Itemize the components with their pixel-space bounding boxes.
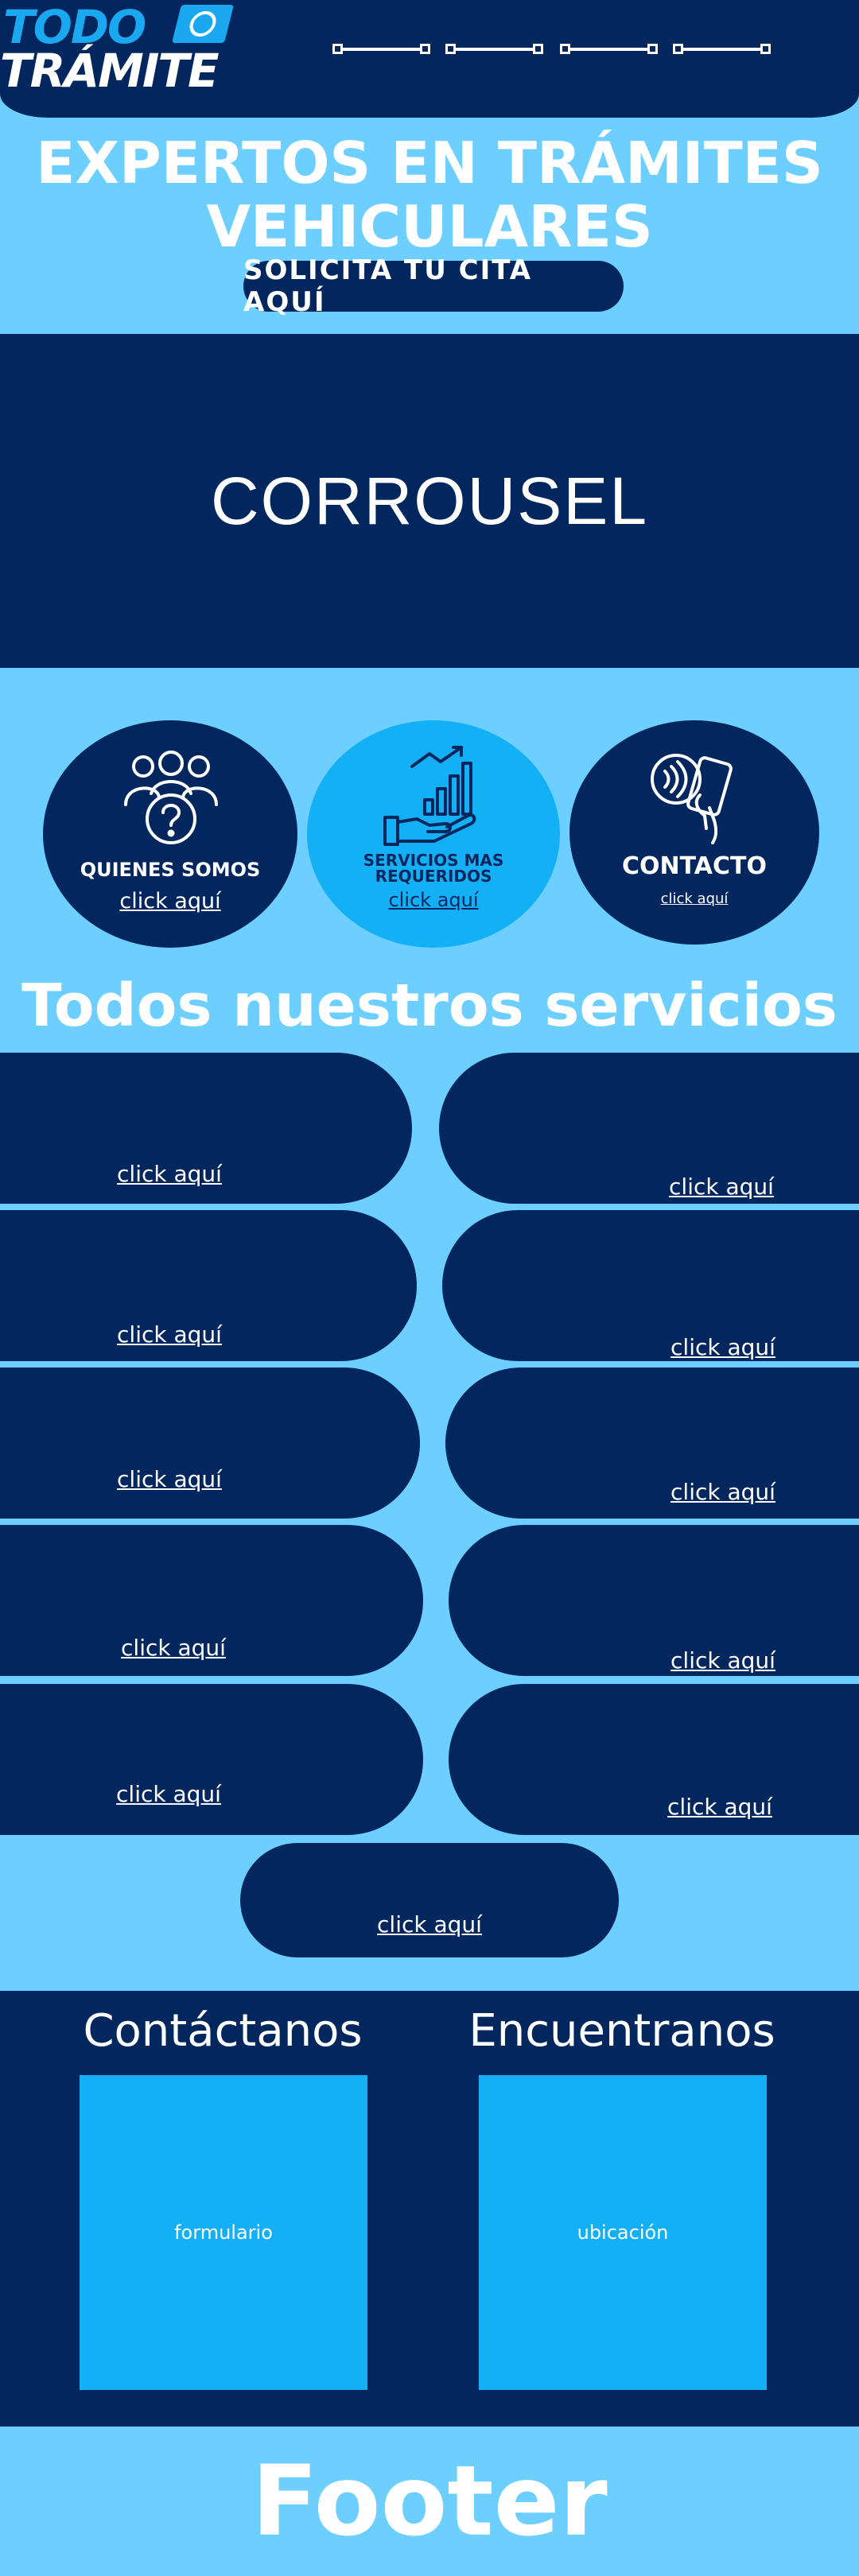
footer-placeholder-label: Footer bbox=[251, 2445, 608, 2558]
nav-item-4[interactable] bbox=[671, 0, 775, 95]
service-card-2[interactable]: click aquí bbox=[439, 1053, 859, 1204]
location-title: Encuentranos bbox=[468, 2005, 775, 2057]
book-appointment-button[interactable]: SOLICITA TU CITA AQUÍ bbox=[243, 254, 624, 318]
contact-label: CONTACTO bbox=[622, 852, 767, 880]
service-card-4[interactable]: click aquí bbox=[442, 1210, 859, 1361]
service-card-link[interactable]: click aquí bbox=[560, 1334, 859, 1360]
people-question-icon bbox=[124, 751, 218, 844]
nav-menu bbox=[0, 0, 859, 118]
contact-card[interactable]: CONTACTO click aquí bbox=[569, 720, 819, 945]
contact-form-placeholder[interactable]: formulario bbox=[80, 2075, 367, 2390]
location-map-placeholder[interactable]: ubicación bbox=[479, 2075, 767, 2390]
service-card-9[interactable]: click aquí bbox=[0, 1684, 423, 1835]
hero-title-line1: EXPERTOS EN TRÁMITES bbox=[36, 130, 823, 196]
service-card-link[interactable]: click aquí bbox=[0, 1321, 339, 1348]
carousel[interactable]: CORROUSEL bbox=[0, 334, 859, 668]
service-card-link[interactable]: click aquí bbox=[560, 1479, 859, 1505]
service-card-8[interactable]: click aquí bbox=[449, 1525, 859, 1676]
contact-form-title: Contáctanos bbox=[83, 2005, 363, 2057]
carousel-placeholder-label: CORROUSEL bbox=[210, 463, 649, 538]
service-card-10[interactable]: click aquí bbox=[449, 1684, 859, 1835]
nav-item-3[interactable] bbox=[558, 0, 662, 95]
service-card-link[interactable]: click aquí bbox=[560, 1647, 859, 1674]
contact-link[interactable]: click aquí bbox=[569, 890, 819, 907]
about-us-link[interactable]: click aquí bbox=[43, 889, 297, 914]
popular-services-label: SERVICIOS MAS REQUERIDOS bbox=[307, 852, 560, 884]
service-card-link[interactable]: click aquí bbox=[0, 1781, 337, 1807]
about-us-label: QUIENES SOMOS bbox=[80, 859, 261, 881]
service-card-link[interactable]: click aquí bbox=[557, 1794, 859, 1820]
popular-services-link[interactable]: click aquí bbox=[307, 889, 560, 911]
service-card-link[interactable]: click aquí bbox=[240, 1911, 619, 1938]
service-card-1[interactable]: click aquí bbox=[0, 1053, 412, 1204]
service-card-link[interactable]: click aquí bbox=[558, 1174, 859, 1200]
popular-services-label-line2: REQUERIDOS bbox=[375, 867, 492, 886]
service-card-link[interactable]: click aquí bbox=[0, 1635, 347, 1661]
nav-item-2[interactable] bbox=[444, 0, 547, 95]
popular-services-label-line1: SERVICIOS MAS bbox=[363, 851, 504, 870]
services-section-title: Todos nuestros servicios bbox=[21, 972, 838, 1040]
service-card-link[interactable]: click aquí bbox=[0, 1161, 339, 1187]
service-card-6[interactable]: click aquí bbox=[445, 1368, 859, 1519]
hand-growth-chart-icon bbox=[383, 746, 476, 846]
hero-title-line2: VEHICULARES bbox=[206, 193, 653, 260]
hero-title: EXPERTOS EN TRÁMITES VEHICULARES bbox=[0, 131, 859, 258]
popular-services-card[interactable]: SERVICIOS MAS REQUERIDOS click aquí bbox=[307, 720, 560, 948]
service-card-3[interactable]: click aquí bbox=[0, 1210, 417, 1361]
service-card-11[interactable]: click aquí bbox=[240, 1843, 619, 1957]
site-footer: Footer bbox=[0, 2427, 859, 2576]
service-card-5[interactable]: click aquí bbox=[0, 1368, 420, 1519]
phone-contactless-icon bbox=[651, 754, 733, 844]
about-us-card[interactable]: QUIENES SOMOS click aquí bbox=[43, 720, 297, 948]
nav-item-1[interactable] bbox=[331, 0, 434, 95]
service-card-7[interactable]: click aquí bbox=[0, 1525, 423, 1676]
service-card-link[interactable]: click aquí bbox=[0, 1466, 339, 1492]
